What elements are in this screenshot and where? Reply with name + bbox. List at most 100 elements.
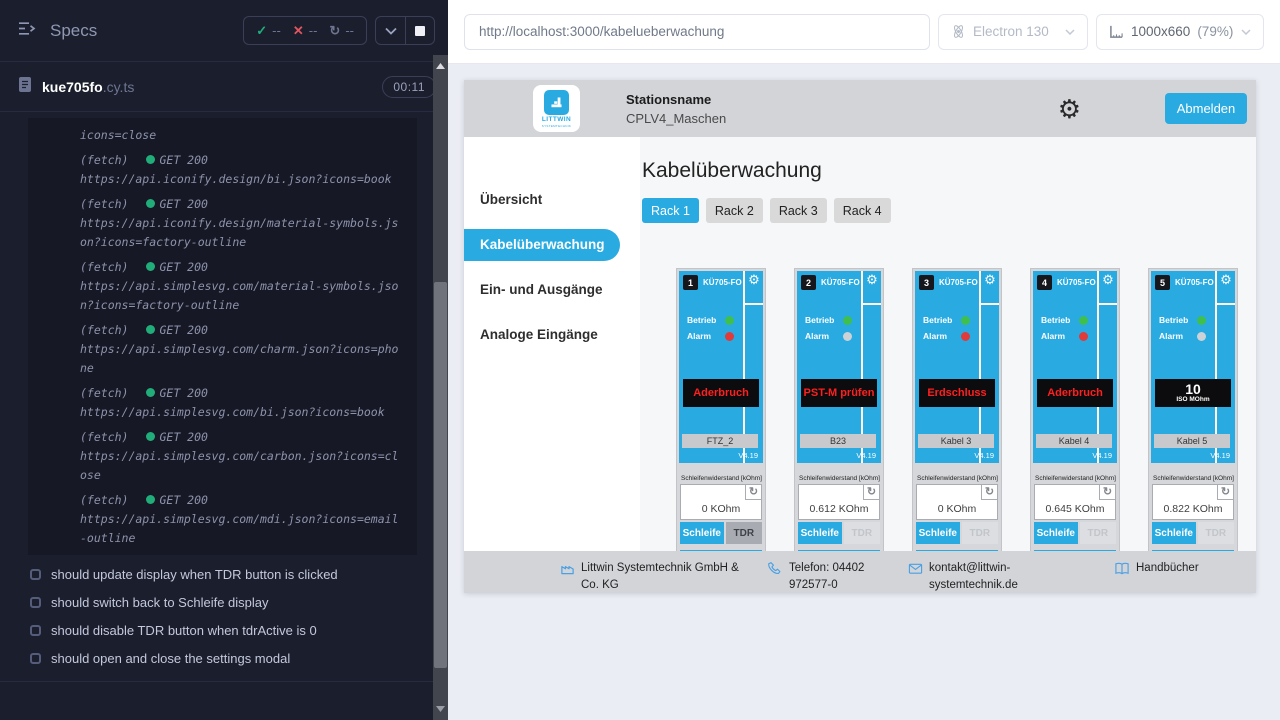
device-display: Aderbruch — [1037, 379, 1113, 407]
device-gear-icon[interactable]: ⚙ — [1220, 273, 1232, 286]
reporter-scrollbar[interactable] — [433, 55, 448, 720]
alarm-led-icon — [1197, 332, 1206, 341]
schleife-button[interactable]: Schleife — [1034, 522, 1078, 544]
specs-list-icon[interactable] — [18, 21, 38, 41]
log-fetch-url: https://api.simplesvg.com/carbon.json?ic… — [80, 447, 403, 485]
refresh-icon[interactable]: ↻ — [981, 485, 997, 500]
log-fetch-source: (fetch) — [80, 491, 128, 510]
log-fetch-source: (fetch) — [80, 428, 128, 447]
scrollbar-thumb[interactable] — [434, 282, 447, 668]
littwin-logo-icon — [544, 90, 569, 115]
pending-refresh-icon: ↻ — [329, 23, 340, 39]
spec-file-row[interactable]: kue705fo.cy.ts 00:11 — [0, 62, 448, 112]
viewport-scale-icon — [1109, 25, 1124, 39]
sidebar-item--bersicht[interactable]: Übersicht — [464, 177, 640, 222]
device-model: KÜ705-FO — [703, 278, 742, 287]
runner-actions — [375, 16, 435, 45]
refresh-icon[interactable]: ↻ — [1217, 485, 1233, 500]
device-card: ⚙4KÜ705-FOBetriebAlarmAderbruchKabel 4V4… — [1030, 268, 1120, 551]
littwin-logo: LITTWIN SYSTEMTECHNIK — [533, 85, 580, 132]
test-title: should update display when TDR button is… — [51, 567, 338, 582]
refresh-icon[interactable]: ↻ — [745, 485, 761, 500]
rack-tab-1[interactable]: Rack 1 — [642, 198, 699, 223]
test-state-icon — [30, 625, 41, 636]
test-list-item[interactable]: should open and close the settings modal — [0, 644, 433, 672]
app-footer: Littwin Systemtechnik GmbH & Co. KGTelef… — [464, 551, 1256, 593]
device-gear-icon[interactable]: ⚙ — [748, 273, 760, 286]
spec-timer: 00:11 — [382, 76, 436, 98]
station-info: Stationsname CPLV4_Maschen — [626, 92, 726, 126]
display-main-text: PST-M prüfen — [804, 387, 875, 399]
log-entry: (fetch)GET 200https://api.simplesvg.com/… — [80, 428, 403, 485]
refresh-icon[interactable]: ↻ — [863, 485, 879, 500]
device-gear-icon[interactable]: ⚙ — [866, 273, 878, 286]
footer-item-phone[interactable]: Telefon: 04402 972577-0 — [768, 560, 908, 593]
meter-value-box: ↻0.612 KOhm — [798, 484, 880, 520]
device-settings-cell[interactable]: ⚙ — [981, 271, 999, 305]
schleife-button[interactable]: Schleife — [1152, 522, 1196, 544]
settings-gear-icon[interactable]: ⚙ — [1058, 96, 1081, 122]
scroll-up-arrow[interactable] — [433, 59, 448, 73]
betrieb-led-icon — [1079, 316, 1088, 325]
page-title: Kabelüberwachung — [642, 159, 1256, 183]
device-gear-icon[interactable]: ⚙ — [1102, 273, 1114, 286]
test-list-item[interactable]: should disable TDR button when tdrActive… — [0, 616, 433, 644]
tdr-button: TDR — [1198, 522, 1234, 544]
logout-button[interactable]: Abmelden — [1165, 93, 1247, 124]
refresh-icon[interactable]: ↻ — [1099, 485, 1115, 500]
collapse-chevron-button[interactable] — [376, 17, 405, 44]
app-body: ÜbersichtKabelüberwachungEin- und Ausgän… — [464, 137, 1256, 551]
footer-item-book[interactable]: Handbücher — [1114, 560, 1199, 582]
device-settings-cell[interactable]: ⚙ — [745, 271, 763, 305]
app-frame: LITTWIN SYSTEMTECHNIK Stationsname CPLV4… — [464, 80, 1256, 593]
meter-buttons: SchleifeTDR — [798, 522, 880, 544]
log-entry: (fetch)GET 200https://api.simplesvg.com/… — [80, 491, 403, 548]
device-header: 2KÜ705-FO — [797, 271, 861, 290]
log-fetch-source: (fetch) — [80, 384, 128, 403]
sidebar-item-kabel-berwachung[interactable]: Kabelüberwachung — [464, 229, 620, 261]
success-dot-icon — [146, 432, 155, 441]
device-settings-cell[interactable]: ⚙ — [863, 271, 881, 305]
device-gear-icon[interactable]: ⚙ — [984, 273, 996, 286]
betrieb-label: Betrieb — [805, 315, 837, 325]
viewport-selector[interactable]: 1000x660 (79%) — [1096, 14, 1264, 50]
meter-label: Schleifenwiderstand [kOhm] — [1034, 475, 1116, 484]
sidebar-item-analoge-eing-nge[interactable]: Analoge Eingänge — [464, 312, 640, 357]
firmware-version: V4.19 — [1210, 451, 1230, 460]
sidebar-item-ein-und-ausg-nge[interactable]: Ein- und Ausgänge — [464, 267, 640, 312]
rack-tab-4[interactable]: Rack 4 — [834, 198, 891, 223]
scroll-down-arrow[interactable] — [433, 702, 448, 716]
footer-item-email[interactable]: kontakt@littwin-systemtechnik.de — [908, 560, 1086, 593]
device-settings-cell[interactable]: ⚙ — [1099, 271, 1117, 305]
tdr-button[interactable]: TDR — [726, 522, 762, 544]
log-fetch-result: GET 200 — [146, 321, 207, 340]
device-panel: ⚙4KÜ705-FOBetriebAlarmAderbruchKabel 4V4… — [1033, 271, 1117, 463]
device-settings-cell[interactable]: ⚙ — [1217, 271, 1235, 305]
device-header: 1KÜ705-FO — [679, 271, 743, 290]
display-main-text: Aderbruch — [1047, 387, 1103, 399]
firmware-version: V4.19 — [738, 451, 758, 460]
schleife-button[interactable]: Schleife — [916, 522, 960, 544]
schleife-button[interactable]: Schleife — [798, 522, 842, 544]
browser-selector[interactable]: Electron 130 — [938, 14, 1088, 50]
spec-file-name: kue705fo.cy.ts — [42, 79, 134, 95]
rack-tab-2[interactable]: Rack 2 — [706, 198, 763, 223]
schleife-button[interactable]: Schleife — [680, 522, 724, 544]
stat-passed: ✓-- — [256, 23, 281, 39]
rack-tab-3[interactable]: Rack 3 — [770, 198, 827, 223]
log-fetch-head: (fetch)GET 200 — [80, 491, 403, 510]
device-model: KÜ705-FO — [1175, 278, 1214, 287]
device-display: Erdschluss — [919, 379, 995, 407]
device-display: 10ISO MOhm — [1155, 379, 1231, 407]
log-entry: (fetch)GET 200https://api.simplesvg.com/… — [80, 384, 403, 422]
next-panel-edge — [1152, 550, 1234, 551]
meter-buttons: SchleifeTDR — [916, 522, 998, 544]
stop-button[interactable] — [405, 17, 434, 44]
firmware-version: V4.19 — [856, 451, 876, 460]
test-list-item[interactable]: should update display when TDR button is… — [0, 560, 433, 588]
url-input[interactable] — [464, 14, 930, 50]
footer-item-factory[interactable]: Littwin Systemtechnik GmbH & Co. KG — [560, 560, 768, 593]
stat-failed: ✕-- — [293, 23, 318, 39]
test-list-item[interactable]: should switch back to Schleife display — [0, 588, 433, 616]
device-number-badge: 4 — [1037, 275, 1052, 290]
